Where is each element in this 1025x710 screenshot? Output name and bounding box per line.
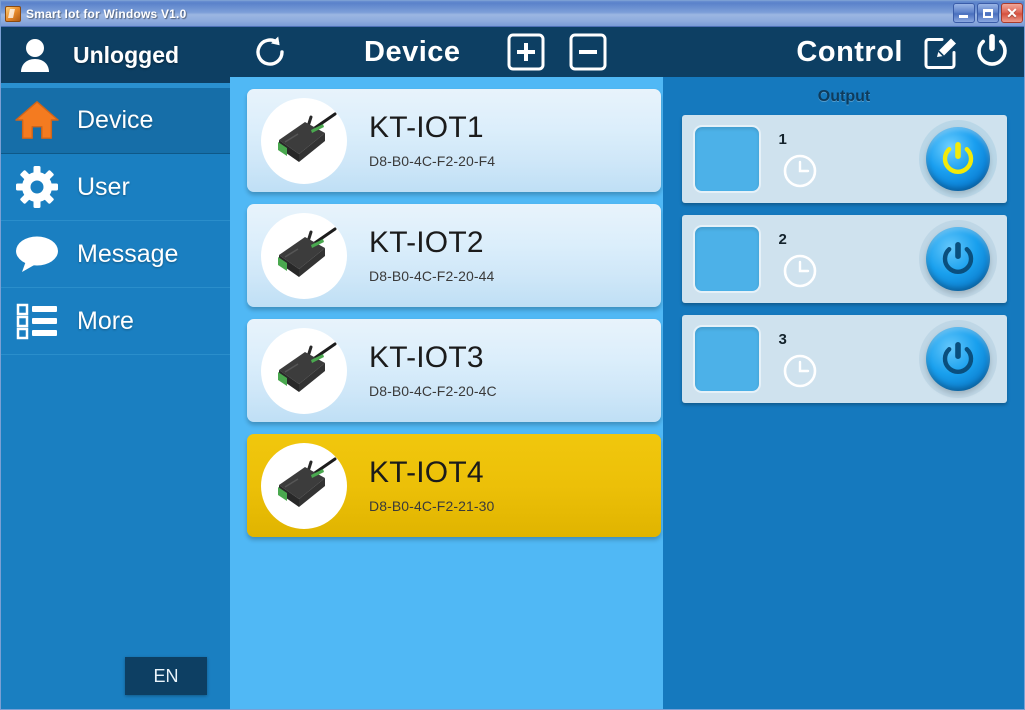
- device-card-selected[interactable]: KT-IOT4 D8-B0-4C-F2-21-30: [247, 434, 661, 537]
- device-header-title: Device: [364, 35, 461, 68]
- edit-square-icon[interactable]: [923, 34, 959, 70]
- sidebar-item-more-label: More: [77, 306, 134, 335]
- person-icon: [15, 37, 55, 73]
- sidebar-item-device-label: Device: [77, 105, 154, 134]
- refresh-icon[interactable]: [252, 34, 288, 70]
- output-row[interactable]: 3: [681, 315, 1007, 403]
- chat-bubble-icon: [15, 235, 59, 273]
- control-header: Control: [663, 27, 1024, 77]
- clock-icon[interactable]: [783, 354, 817, 388]
- close-button[interactable]: ✕: [1001, 3, 1023, 23]
- language-button[interactable]: EN: [125, 657, 207, 695]
- output-section-title: Output: [817, 88, 871, 105]
- sidebar-user-label: Unlogged: [73, 41, 180, 68]
- channel-thumbnail[interactable]: [692, 125, 761, 193]
- sidebar-item-user[interactable]: User: [1, 154, 230, 221]
- clock-icon[interactable]: [783, 154, 817, 188]
- device-name: KT-IOT1: [369, 111, 484, 145]
- device-name: KT-IOT3: [369, 341, 484, 375]
- device-card[interactable]: KT-IOT3 D8-B0-4C-F2-20-4C: [247, 319, 661, 422]
- sidebar-item-more[interactable]: More: [1, 288, 230, 355]
- device-card[interactable]: KT-IOT1 D8-B0-4C-F2-20-F4: [247, 89, 661, 192]
- plus-square-icon[interactable]: [507, 33, 545, 71]
- list-icon: [15, 302, 59, 340]
- output-info: 3: [779, 331, 817, 388]
- output-row[interactable]: 2: [681, 215, 1007, 303]
- device-info: KT-IOT2 D8-B0-4C-F2-20-44: [369, 227, 494, 284]
- device-thumbnail: [261, 97, 347, 184]
- output-info: 2: [779, 231, 817, 288]
- sidebar-item-user-label: User: [77, 172, 130, 201]
- device-mac: D8-B0-4C-F2-20-44: [369, 267, 495, 284]
- minus-square-icon[interactable]: [569, 33, 607, 71]
- window-title: Smart Iot for Windows V1.0: [26, 6, 187, 21]
- device-name: KT-IOT2: [369, 226, 484, 260]
- output-power-toggle-on[interactable]: [925, 127, 990, 191]
- device-header: Device: [230, 27, 663, 77]
- minimize-button[interactable]: [953, 3, 975, 23]
- title-bar: Smart Iot for Windows V1.0 ✕: [1, 1, 1024, 27]
- maximize-button[interactable]: [977, 3, 999, 23]
- output-number: 1: [778, 130, 787, 148]
- window-controls: ✕: [953, 3, 1023, 23]
- sidebar: Unlogged Device User Message More EN: [1, 27, 230, 709]
- device-list-panel: KT-IOT1 D8-B0-4C-F2-20-F4 KT-IOT2 D8-B0-…: [230, 77, 663, 709]
- device-info: KT-IOT1 D8-B0-4C-F2-20-F4: [369, 112, 495, 169]
- channel-thumbnail[interactable]: [692, 325, 761, 393]
- output-power-toggle-off[interactable]: [925, 327, 990, 391]
- output-info: 1: [779, 131, 817, 188]
- device-name: KT-IOT4: [369, 456, 484, 490]
- output-number: 2: [778, 230, 787, 248]
- control-header-title: Control: [796, 35, 903, 68]
- device-mac: D8-B0-4C-F2-20-4C: [369, 382, 497, 399]
- sidebar-user-header[interactable]: Unlogged: [1, 27, 230, 83]
- control-panel: Output 1 2 3: [663, 77, 1024, 709]
- gear-icon: [15, 166, 59, 208]
- device-mac: D8-B0-4C-F2-20-F4: [369, 152, 496, 169]
- output-row[interactable]: 1: [681, 115, 1007, 203]
- output-power-toggle-off[interactable]: [925, 227, 990, 291]
- device-info: KT-IOT3 D8-B0-4C-F2-20-4C: [369, 342, 497, 399]
- home-icon: [15, 99, 59, 141]
- sidebar-item-message-label: Message: [77, 239, 179, 268]
- application-window: Smart Iot for Windows V1.0 ✕ Unlogged De…: [0, 0, 1025, 710]
- clock-icon[interactable]: [783, 254, 817, 288]
- app-icon: [5, 5, 21, 22]
- channel-thumbnail[interactable]: [692, 225, 761, 293]
- output-number: 3: [778, 330, 787, 348]
- sidebar-item-device[interactable]: Device: [1, 87, 230, 154]
- device-thumbnail: [261, 327, 347, 414]
- sidebar-item-message[interactable]: Message: [1, 221, 230, 288]
- power-icon[interactable]: [973, 33, 1011, 71]
- device-mac: D8-B0-4C-F2-21-30: [369, 497, 495, 514]
- device-info: KT-IOT4 D8-B0-4C-F2-21-30: [369, 457, 494, 514]
- device-thumbnail: [261, 212, 347, 299]
- device-thumbnail: [261, 442, 347, 529]
- device-card[interactable]: KT-IOT2 D8-B0-4C-F2-20-44: [247, 204, 661, 307]
